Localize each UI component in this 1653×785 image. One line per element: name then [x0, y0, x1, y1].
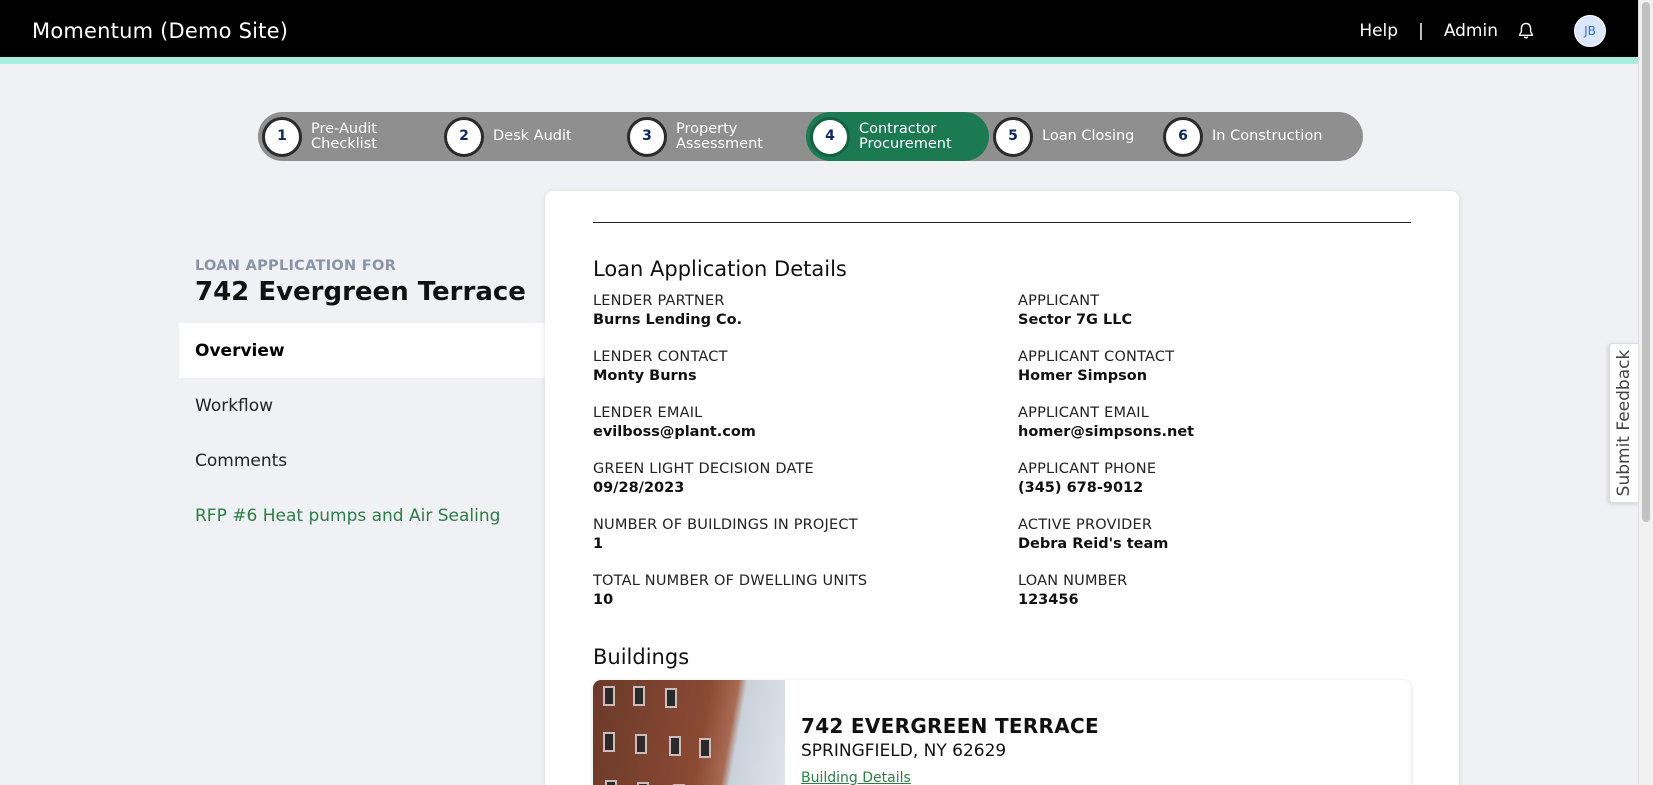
step-number: 6	[1163, 116, 1203, 157]
detail-applicant-email: APPLICANT EMAIL homer@simpsons.net	[1018, 405, 1418, 440]
step-contractor-procurement[interactable]: 4 Contractor Procurement	[806, 112, 989, 161]
detail-value: Burns Lending Co.	[593, 312, 743, 328]
building-details-link[interactable]: Building Details	[801, 770, 911, 785]
sidebar-nav: Overview Workflow Comments RFP #6 Heat p…	[179, 323, 545, 543]
step-label: Contractor Procurement	[859, 120, 952, 152]
detail-label: LOAN NUMBER	[1018, 573, 1128, 589]
loan-application-for-label: LOAN APPLICATION FOR	[195, 258, 397, 274]
detail-label: LENDER PARTNER	[593, 293, 725, 309]
detail-lender-partner: LENDER PARTNER Burns Lending Co.	[593, 293, 993, 328]
step-label: Property Assessment	[676, 120, 763, 152]
page-title: 742 Evergreen Terrace	[195, 277, 526, 307]
step-number: 4	[810, 116, 850, 157]
step-number: 3	[627, 116, 667, 157]
step-desk-audit[interactable]: 2 Desk Audit	[440, 112, 623, 161]
detail-active-provider: ACTIVE PROVIDER Debra Reid's team	[1018, 517, 1418, 552]
buildings-title: Buildings	[593, 645, 690, 669]
building-card[interactable]: 742 EVERGREEN TERRACE SPRINGFIELD, NY 62…	[593, 680, 1411, 785]
detail-lender-contact: LENDER CONTACT Monty Burns	[593, 349, 993, 384]
building-photo	[593, 680, 785, 785]
detail-lender-email: LENDER EMAIL evilboss@plant.com	[593, 405, 993, 440]
step-label: Desk Audit	[493, 128, 572, 144]
avatar[interactable]: JB	[1574, 15, 1606, 47]
overview-card: Loan Application Details LENDER PARTNER …	[545, 191, 1459, 785]
detail-label: LENDER CONTACT	[593, 349, 728, 365]
feedback-label: Submit Feedback	[1614, 349, 1634, 497]
step-label: In Construction	[1212, 128, 1323, 144]
workflow-stepper: 1 Pre-Audit Checklist 2 Desk Audit 3 Pro…	[258, 112, 1363, 161]
scrollbar-thumb[interactable]	[1642, 2, 1650, 522]
detail-value: 123456	[1018, 592, 1079, 608]
admin-link[interactable]: Admin	[1444, 21, 1498, 41]
step-label: Pre-Audit Checklist	[311, 120, 377, 152]
top-right-nav: Help | Admin JB	[1359, 15, 1606, 47]
step-number: 2	[444, 116, 484, 157]
detail-value: 09/28/2023	[593, 480, 685, 496]
step-property-assessment[interactable]: 3 Property Assessment	[623, 112, 806, 161]
detail-applicant-contact: APPLICANT CONTACT Homer Simpson	[1018, 349, 1418, 384]
detail-value: evilboss@plant.com	[593, 424, 756, 440]
page-scrollbar[interactable]	[1638, 0, 1653, 785]
top-bar: Momentum (Demo Site) Help | Admin JB	[0, 0, 1638, 64]
step-loan-closing[interactable]: 5 Loan Closing	[989, 112, 1159, 161]
building-name: 742 EVERGREEN TERRACE	[801, 714, 1099, 738]
step-pre-audit-checklist[interactable]: 1 Pre-Audit Checklist	[258, 112, 440, 161]
detail-label: APPLICANT PHONE	[1018, 461, 1157, 477]
help-link[interactable]: Help	[1359, 21, 1398, 41]
detail-value: Debra Reid's team	[1018, 536, 1169, 552]
step-number: 5	[993, 116, 1033, 157]
detail-label: APPLICANT	[1018, 293, 1100, 309]
loan-details-title: Loan Application Details	[593, 257, 847, 281]
detail-label: APPLICANT CONTACT	[1018, 349, 1175, 365]
nav-separator: |	[1418, 21, 1424, 41]
detail-value: Monty Burns	[593, 368, 697, 384]
detail-dwelling-units: TOTAL NUMBER OF DWELLING UNITS 10	[593, 573, 993, 608]
detail-value: 1	[593, 536, 604, 552]
detail-label: APPLICANT EMAIL	[1018, 405, 1150, 421]
step-in-construction[interactable]: 6 In Construction	[1159, 112, 1339, 161]
detail-number-of-buildings: NUMBER OF BUILDINGS IN PROJECT 1	[593, 517, 993, 552]
submit-feedback-tab[interactable]: Submit Feedback	[1609, 343, 1639, 503]
divider	[593, 222, 1411, 223]
detail-label: ACTIVE PROVIDER	[1018, 517, 1153, 533]
detail-value: (345) 678-9012	[1018, 480, 1144, 496]
detail-label: GREEN LIGHT DECISION DATE	[593, 461, 814, 477]
building-city: SPRINGFIELD, NY 62629	[801, 741, 1007, 761]
sidebar-item-rfp[interactable]: RFP #6 Heat pumps and Air Sealing	[179, 488, 545, 543]
bell-icon[interactable]	[1518, 22, 1534, 40]
detail-label: TOTAL NUMBER OF DWELLING UNITS	[593, 573, 868, 589]
step-number: 1	[262, 116, 302, 157]
sidebar-item-comments[interactable]: Comments	[179, 433, 545, 488]
detail-value: homer@simpsons.net	[1018, 424, 1195, 440]
detail-loan-number: LOAN NUMBER 123456	[1018, 573, 1418, 608]
detail-applicant: APPLICANT Sector 7G LLC	[1018, 293, 1418, 328]
step-label: Loan Closing	[1042, 128, 1135, 144]
sidebar-item-overview[interactable]: Overview	[179, 323, 545, 378]
detail-applicant-phone: APPLICANT PHONE (345) 678-9012	[1018, 461, 1418, 496]
detail-value: 10	[593, 592, 614, 608]
detail-label: LENDER EMAIL	[593, 405, 703, 421]
detail-value: Homer Simpson	[1018, 368, 1148, 384]
detail-label: NUMBER OF BUILDINGS IN PROJECT	[593, 517, 858, 533]
sidebar-item-workflow[interactable]: Workflow	[179, 378, 545, 433]
detail-green-light-date: GREEN LIGHT DECISION DATE 09/28/2023	[593, 461, 993, 496]
app-title[interactable]: Momentum (Demo Site)	[32, 19, 288, 43]
detail-value: Sector 7G LLC	[1018, 312, 1133, 328]
